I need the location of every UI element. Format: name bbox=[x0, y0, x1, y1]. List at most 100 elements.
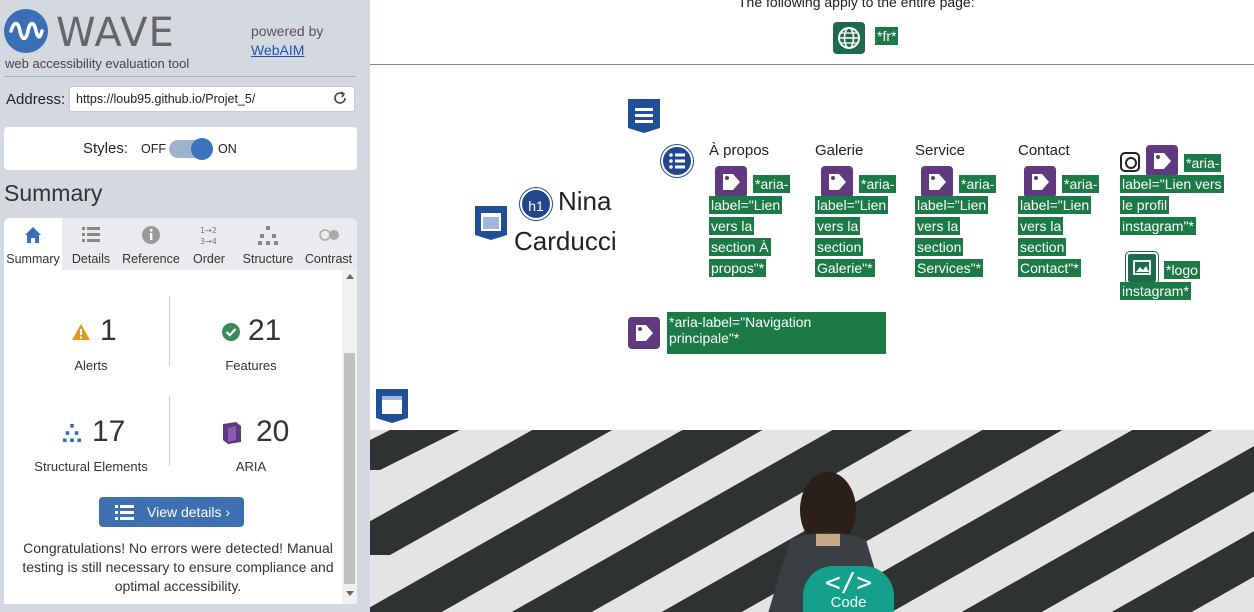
scrollbar[interactable] bbox=[342, 270, 357, 604]
tab-reference[interactable]: Reference bbox=[120, 218, 182, 270]
nav-item-contact[interactable]: Contact *aria- label="Lien vers la secti… bbox=[1018, 142, 1108, 277]
stat-alerts[interactable]: 1 Alerts bbox=[16, 314, 166, 373]
code-label: Code bbox=[830, 594, 867, 611]
wave-brand: WAVE web accessibility evaluation tool p… bbox=[0, 0, 370, 76]
scrollbar-thumb[interactable] bbox=[344, 353, 355, 584]
webaim-link[interactable]: WebAIM bbox=[251, 42, 304, 58]
order-icon: 1→23→4 bbox=[200, 226, 217, 246]
aria-text: Contact"* bbox=[1018, 259, 1081, 277]
styles-off-label: OFF bbox=[141, 142, 166, 156]
stat-count: 21 bbox=[248, 314, 282, 347]
aria-text: section À bbox=[709, 238, 771, 256]
divider bbox=[370, 64, 1254, 65]
styles-on-label: ON bbox=[218, 142, 237, 156]
nav-item-service[interactable]: Service *aria- label="Lien vers la secti… bbox=[915, 142, 1005, 277]
language-icon[interactable] bbox=[833, 22, 865, 54]
tab-bar: Summary Details Reference 1→2 3→4 Order S… bbox=[4, 218, 357, 270]
tab-label: Reference bbox=[122, 252, 180, 266]
summary-panel: Summary Details Reference 1→2 3→4 Order S… bbox=[4, 218, 357, 604]
scroll-down-icon[interactable] bbox=[346, 591, 354, 596]
stat-structural[interactable]: 17 Structural Elements bbox=[16, 415, 166, 474]
nav-link[interactable]: À propos bbox=[709, 142, 799, 159]
tab-details[interactable]: Details bbox=[62, 218, 120, 270]
congrats-message: Congratulations! No errors were detected… bbox=[22, 540, 334, 594]
site-name: Nina bbox=[558, 186, 612, 216]
address-label: Address: bbox=[6, 91, 66, 108]
styles-panel: Styles: OFF ON bbox=[4, 127, 357, 170]
aria-text: section bbox=[915, 238, 964, 256]
reload-icon[interactable] bbox=[332, 90, 348, 106]
powered-by-text: powered by bbox=[251, 23, 324, 39]
check-icon bbox=[222, 323, 240, 341]
stat-count: 20 bbox=[256, 415, 290, 448]
nav-aria-label: *aria-label="Navigation principale"* bbox=[667, 312, 886, 354]
styles-label: Styles: bbox=[83, 140, 129, 157]
aria-text: *aria- bbox=[753, 175, 791, 193]
aria-text: *aria- bbox=[959, 175, 997, 193]
stat-aria[interactable]: 20 ARIA bbox=[176, 415, 326, 474]
aria-text: instagram"* bbox=[1120, 217, 1196, 235]
wave-sidebar: WAVE web accessibility evaluation tool p… bbox=[0, 0, 370, 612]
stat-count: 1 bbox=[100, 314, 117, 347]
nav-link[interactable]: Service bbox=[915, 142, 1005, 159]
aria-text: *aria- bbox=[1062, 175, 1100, 193]
h1-badge-icon[interactable]: h1 bbox=[520, 188, 552, 220]
tab-label: Details bbox=[71, 252, 111, 266]
list-icon bbox=[115, 505, 134, 520]
aria-text: label="Lien bbox=[915, 196, 989, 214]
styles-toggle-knob bbox=[191, 138, 213, 160]
aria-icon bbox=[223, 422, 241, 444]
summary-title: Summary bbox=[4, 180, 103, 206]
stat-features[interactable]: 21 Features bbox=[176, 314, 326, 373]
list-icon[interactable] bbox=[661, 145, 693, 177]
info-icon bbox=[142, 226, 160, 244]
styles-toggle[interactable] bbox=[169, 138, 213, 160]
nav-link[interactable]: Galerie bbox=[815, 142, 905, 159]
tab-order[interactable]: 1→2 3→4 Order bbox=[182, 218, 236, 270]
list-icon bbox=[82, 227, 100, 242]
page-apply-text: The following apply to the entire page: bbox=[738, 0, 975, 10]
nav-link[interactable]: Contact bbox=[1018, 142, 1108, 159]
aria-text: section bbox=[815, 238, 864, 256]
nav-item-apropos[interactable]: À propos *aria- label="Lien vers la sect… bbox=[709, 142, 799, 277]
aria-text: label="Lien vers bbox=[1120, 175, 1224, 193]
svg-text:1→2: 1→2 bbox=[200, 226, 217, 235]
stat-label: Alerts bbox=[74, 358, 108, 373]
stat-label: ARIA bbox=[235, 459, 267, 474]
aria-text: label="Lien bbox=[1018, 196, 1092, 214]
aria-text: le profil bbox=[1120, 196, 1170, 214]
aria-text: Galerie"* bbox=[815, 259, 875, 277]
site-name: Carducci bbox=[514, 226, 617, 256]
structure-icon bbox=[62, 423, 82, 443]
address-input[interactable]: https://loub95.github.io/Projet_5/ bbox=[69, 86, 355, 112]
aria-text: instagram* bbox=[1120, 282, 1191, 300]
aria-text: vers la bbox=[709, 217, 755, 235]
nav-item-galerie[interactable]: Galerie *aria- label="Lien vers la secti… bbox=[815, 142, 905, 277]
aria-text: *logo bbox=[1164, 261, 1200, 279]
view-details-button[interactable]: View details › bbox=[99, 497, 244, 527]
header-region-icon[interactable] bbox=[627, 98, 661, 134]
aria-text: *aria- bbox=[1184, 154, 1222, 172]
stat-label: Structural Elements bbox=[34, 459, 148, 474]
stat-count: 17 bbox=[92, 415, 126, 448]
aria-text: vers la bbox=[815, 217, 861, 235]
alert-icon bbox=[72, 324, 90, 340]
tab-label: Order bbox=[193, 252, 225, 266]
svg-text:3→4: 3→4 bbox=[200, 237, 217, 246]
scroll-up-icon[interactable] bbox=[346, 274, 354, 279]
main-region-icon[interactable] bbox=[375, 388, 409, 424]
heading-region-icon[interactable] bbox=[474, 205, 508, 241]
tab-label: Summary bbox=[6, 252, 60, 266]
tab-summary[interactable]: Summary bbox=[4, 218, 62, 270]
code-badge-button[interactable]: </> Code bbox=[803, 566, 894, 612]
aria-text: vers la bbox=[1018, 217, 1064, 235]
tab-structure[interactable]: Structure bbox=[236, 218, 300, 270]
aria-text: vers la bbox=[915, 217, 961, 235]
wave-tagline: web accessibility evaluation tool bbox=[5, 56, 190, 71]
aria-text: section bbox=[1018, 238, 1067, 256]
aria-text: Services"* bbox=[915, 259, 984, 277]
divider bbox=[169, 296, 170, 366]
aria-tag-icon[interactable] bbox=[628, 317, 660, 349]
tab-contrast[interactable]: Contrast bbox=[300, 218, 357, 270]
evaluated-page: The following apply to the entire page: … bbox=[370, 0, 1254, 612]
